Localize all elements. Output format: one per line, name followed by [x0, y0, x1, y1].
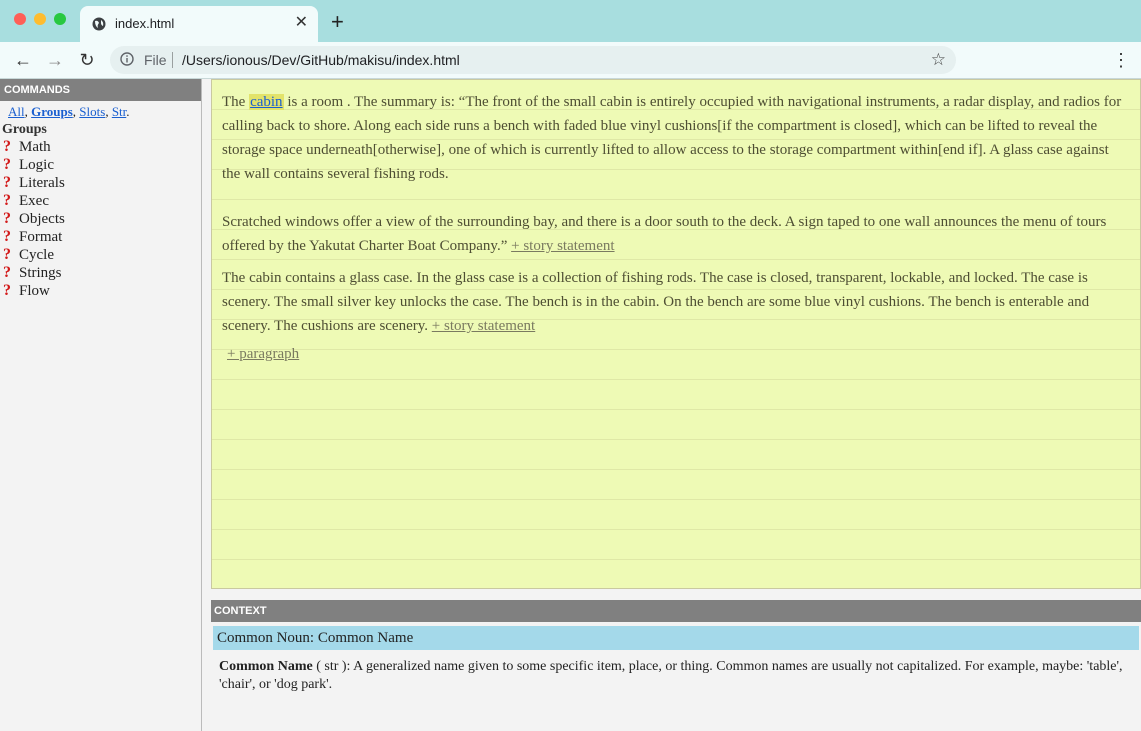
group-item-objects[interactable]: ? Objects [3, 210, 201, 228]
address-divider [172, 52, 173, 68]
file-scheme-label: File [144, 52, 167, 68]
question-mark-icon: ? [3, 210, 11, 227]
question-mark-icon: ? [3, 246, 11, 263]
group-item-literals[interactable]: ? Literals [3, 174, 201, 192]
context-term: Common Name [219, 659, 313, 674]
browser-tab[interactable]: index.html ✕ [80, 6, 318, 42]
url-text[interactable]: /Users/ionous/Dev/GitHub/makisu/index.ht… [182, 52, 460, 68]
group-item-cycle[interactable]: ? Cycle [3, 246, 201, 264]
question-mark-icon: ? [3, 192, 11, 209]
question-mark-icon: ? [3, 264, 11, 281]
context-type: ( str ): [312, 659, 354, 674]
context-panel: CONTEXT Common Noun: Common Name Common … [211, 600, 1141, 731]
maximize-window-button[interactable] [54, 13, 66, 25]
story-text[interactable]: Scratched windows offer a view of the su… [222, 214, 1106, 254]
question-mark-icon: ? [3, 228, 11, 245]
noun-cabin-link[interactable]: cabin [249, 94, 284, 110]
group-item-logic[interactable]: ? Logic [3, 156, 201, 174]
filter-all-link[interactable]: All [8, 104, 25, 119]
group-list: ? Math ? Logic ? Literals ? Exec ? Objects ? F… [0, 138, 201, 300]
close-tab-icon[interactable]: ✕ [295, 14, 308, 32]
info-icon[interactable] [120, 52, 134, 66]
context-description-text: A generalized name given to some specifi… [219, 659, 1123, 692]
commands-header: COMMANDS [0, 79, 201, 101]
group-item-flow[interactable]: ? Flow [3, 282, 201, 300]
group-item-strings[interactable]: ? Strings [3, 264, 201, 282]
story-editor[interactable]: The cabin is a room . The summary is: “T… [211, 79, 1141, 589]
story-text[interactable]: The cabin contains a glass case. In the … [222, 270, 1089, 334]
context-header: CONTEXT [211, 600, 1141, 622]
filter-slots-link[interactable]: Slots [79, 104, 105, 119]
story-text[interactable]: is a room . The summary is: “The front o… [222, 94, 1121, 182]
question-mark-icon: ? [3, 282, 11, 299]
tab-title: index.html [115, 16, 175, 31]
add-paragraph-link[interactable]: + paragraph [212, 346, 1140, 363]
group-item-format[interactable]: ? Format [3, 228, 201, 246]
back-arrow-icon[interactable]: ← [12, 49, 34, 71]
browser-tab-bar: index.html ✕ + [0, 0, 1141, 42]
story-paragraph[interactable]: The cabin is a room . The summary is: “T… [212, 80, 1140, 186]
add-story-statement-link[interactable]: + story statement [432, 318, 535, 334]
add-story-statement-link[interactable]: + story statement [511, 238, 614, 254]
filter-groups-link[interactable]: Groups [31, 104, 73, 119]
story-paragraph[interactable]: The cabin contains a glass case. In the … [212, 266, 1140, 338]
command-filter-links: All, Groups, Slots, Str. [8, 104, 130, 119]
bookmark-star-icon[interactable]: ☆ [931, 50, 946, 70]
filter-str-link[interactable]: Str [112, 104, 126, 119]
group-item-exec[interactable]: ? Exec [3, 192, 201, 210]
minimize-window-button[interactable] [34, 13, 46, 25]
address-bar[interactable]: File /Users/ionous/Dev/GitHub/makisu/ind… [110, 46, 956, 74]
reload-icon[interactable]: ↻ [76, 49, 98, 71]
commands-panel: COMMANDS All, Groups, Slots, Str. Groups… [0, 79, 202, 731]
forward-arrow-icon[interactable]: → [44, 49, 66, 71]
new-tab-button[interactable]: + [331, 11, 344, 33]
browser-toolbar: ← → ↻ File /Users/ionous/Dev/GitHub/maki… [0, 42, 1141, 79]
groups-title: Groups [2, 122, 47, 137]
question-mark-icon: ? [3, 138, 11, 155]
question-mark-icon: ? [3, 174, 11, 191]
context-title: Common Noun: Common Name [213, 626, 1139, 650]
globe-icon [92, 17, 106, 31]
question-mark-icon: ? [3, 156, 11, 173]
close-window-button[interactable] [14, 13, 26, 25]
story-paragraph[interactable]: Scratched windows offer a view of the su… [212, 210, 1140, 258]
context-description: Common Name ( str ): A generalized name … [219, 658, 1127, 694]
group-item-math[interactable]: ? Math [3, 138, 201, 156]
browser-menu-icon[interactable]: ⋮ [1112, 50, 1130, 72]
